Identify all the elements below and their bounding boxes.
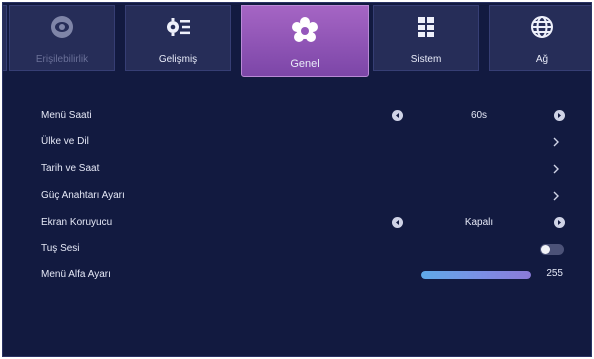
chevron-right-icon bbox=[551, 189, 561, 203]
menu-item-key-sound[interactable]: Tuş Sesi bbox=[3, 238, 591, 260]
tab-general[interactable]: Genel bbox=[241, 5, 369, 77]
menu-item-label: Ülke ve Dil bbox=[41, 136, 89, 147]
tab-system[interactable]: Sistem bbox=[373, 5, 479, 71]
chevron-right-icon bbox=[551, 135, 561, 149]
right-arrow-icon[interactable] bbox=[554, 217, 565, 228]
tab-label: Gelişmiş bbox=[158, 54, 198, 65]
tab-label: Genel bbox=[290, 58, 320, 70]
slider-fill bbox=[421, 271, 531, 279]
menu-item-label: Güç Anahtarı Ayarı bbox=[41, 190, 125, 201]
tab-network[interactable]: Ağ bbox=[489, 5, 591, 71]
tab-label: Erişilebilirlik bbox=[35, 54, 89, 65]
menu-item-label: Tarih ve Saat bbox=[41, 163, 100, 174]
gear-flower-icon bbox=[290, 16, 320, 46]
right-arrow-icon[interactable] bbox=[554, 110, 565, 121]
tab-accessibility[interactable]: Erişilebilirlik bbox=[9, 5, 115, 71]
eye-icon bbox=[49, 14, 75, 40]
tab-advanced[interactable]: Gelişmiş bbox=[125, 5, 231, 71]
key-sound-toggle[interactable] bbox=[540, 244, 564, 255]
chevron-right-icon bbox=[551, 162, 561, 176]
tab-label: Sistem bbox=[410, 54, 442, 65]
system-grid-icon bbox=[413, 14, 439, 40]
menu-item-menu-time[interactable]: Menü Saati 60s bbox=[3, 105, 591, 127]
tab-bar: Erişilebilirlik Gelişmiş Genel Sistem Ağ bbox=[3, 3, 591, 93]
left-arrow-icon[interactable] bbox=[392, 110, 403, 121]
menu-item-menu-alpha[interactable]: Menü Alfa Ayarı 255 bbox=[3, 264, 591, 286]
menu-alpha-slider[interactable] bbox=[421, 271, 531, 279]
tab-label: Ağ bbox=[535, 54, 549, 65]
menu-item-label: Tuş Sesi bbox=[41, 243, 80, 254]
menu-item-country-language[interactable]: Ülke ve Dil bbox=[3, 131, 591, 153]
menu-item-label: Ekran Koruyucu bbox=[41, 217, 113, 228]
menu-item-label: Menü Alfa Ayarı bbox=[41, 269, 111, 280]
left-arrow-icon[interactable] bbox=[392, 217, 403, 228]
menu-item-date-time[interactable]: Tarih ve Saat bbox=[3, 158, 591, 180]
globe-icon bbox=[529, 14, 555, 40]
screensaver-value: Kapalı bbox=[464, 217, 494, 228]
tab-bar-left-edge bbox=[3, 5, 7, 71]
menu-item-label: Menü Saati bbox=[41, 110, 92, 121]
menu-item-power-switch[interactable]: Güç Anahtarı Ayarı bbox=[3, 185, 591, 207]
advanced-settings-icon bbox=[165, 14, 191, 40]
tv-settings-screen: Erişilebilirlik Gelişmiş Genel Sistem Ağ… bbox=[2, 2, 592, 357]
toggle-knob bbox=[541, 245, 550, 254]
menu-alpha-value: 255 bbox=[546, 268, 563, 279]
menu-time-value: 60s bbox=[470, 110, 488, 121]
menu-item-screensaver[interactable]: Ekran Koruyucu Kapalı bbox=[3, 212, 591, 234]
